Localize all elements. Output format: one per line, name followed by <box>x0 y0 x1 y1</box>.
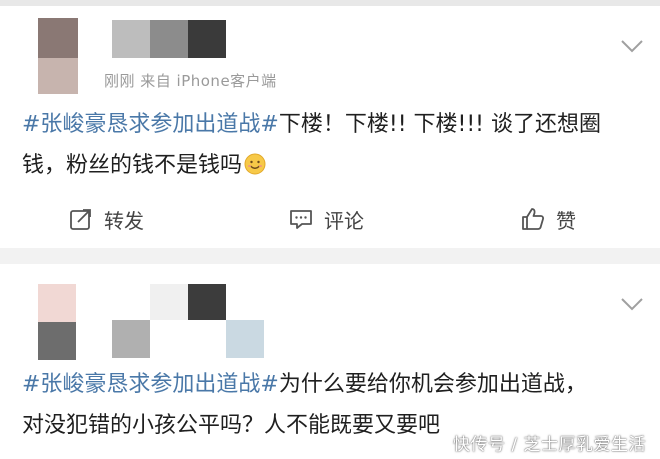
like-icon <box>520 206 546 232</box>
comment-label: 评论 <box>324 208 364 233</box>
post-card-1: 刚刚 来自 iPhone客户端 #张峻豪恳求参加出道战#下楼！下楼!! 下楼!!… <box>0 6 660 248</box>
username-censored[interactable] <box>112 282 272 360</box>
smile-emoji <box>244 148 266 175</box>
post-text-line-2: 对没犯错的小孩公平吗？人不能既要又要吧 <box>22 413 441 438</box>
comment-button[interactable]: 评论 <box>288 199 364 239</box>
chevron-down-icon[interactable] <box>620 38 644 54</box>
comment-icon <box>288 206 314 232</box>
post-actions: 转发 评论 赞 <box>0 199 660 239</box>
like-label: 赞 <box>556 208 576 233</box>
watermark: 快传号 / 芝士厚乳爱生活 <box>452 435 646 455</box>
post-meta: 刚刚 来自 iPhone客户端 <box>104 72 277 90</box>
repost-button[interactable]: 转发 <box>68 199 144 239</box>
post-body: #张峻豪恳求参加出道战#下楼！下楼!! 下楼!!! 谈了还想圈 钱，粉丝的钱不是… <box>22 104 642 186</box>
hashtag-link[interactable]: #张峻豪恳求参加出道战# <box>22 372 279 397</box>
repost-icon <box>68 206 94 232</box>
post-text-line-1: 下楼！下楼!! 下楼!!! 谈了还想圈 <box>278 112 601 137</box>
chevron-down-icon[interactable] <box>620 296 644 312</box>
avatar[interactable] <box>38 284 78 360</box>
post-text-line-1: 为什么要给你机会参加出道战， <box>278 372 587 397</box>
like-button[interactable]: 赞 <box>520 199 576 239</box>
repost-label: 转发 <box>104 208 144 233</box>
post-text-line-2: 钱，粉丝的钱不是钱吗 <box>22 153 243 178</box>
hashtag-link[interactable]: #张峻豪恳求参加出道战# <box>22 112 279 137</box>
avatar[interactable] <box>38 18 86 94</box>
username-censored[interactable] <box>112 20 232 60</box>
